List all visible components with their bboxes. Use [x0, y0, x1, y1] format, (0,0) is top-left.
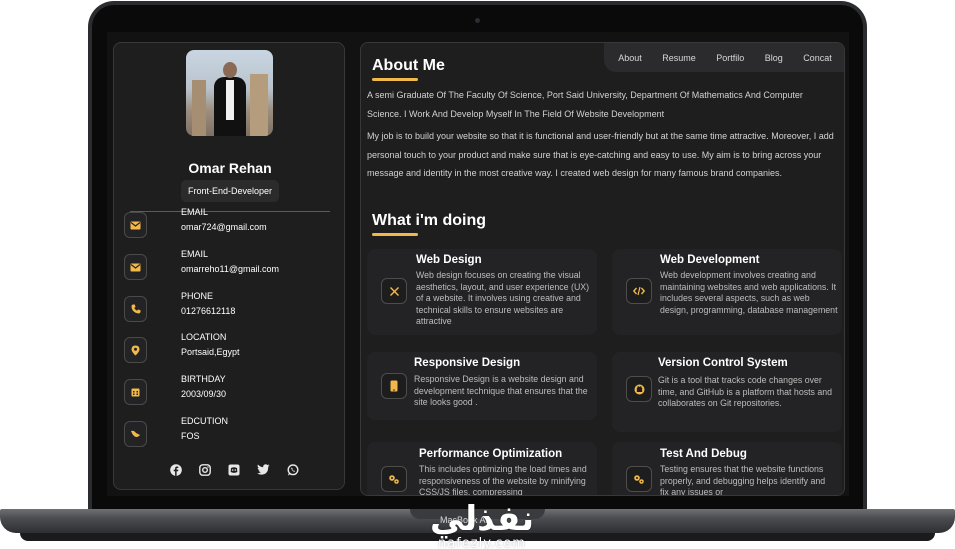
service-description: Web design focuses on creating the visua… [416, 270, 590, 326]
nav-about[interactable]: About [618, 53, 642, 63]
contact-label: EMAIL [181, 249, 209, 259]
contact-label: EDCUTION [181, 416, 228, 426]
about-paragraph-2: My job is to build your website so that … [367, 131, 834, 178]
contact-value[interactable]: omarreho11@gmail.com [181, 264, 279, 274]
service-description: Responsive Design is a website design an… [414, 374, 588, 407]
contact-value: FOS [181, 431, 200, 441]
contact-email-2: EMAIL omarreho11@gmail.com [124, 249, 339, 283]
contact-phone: PHONE 01276612118 [124, 291, 339, 325]
location-pin-icon [124, 337, 147, 363]
profile-sidebar: Omar Rehan Front-End-Developer EMAIL oma… [113, 42, 345, 490]
service-title: Version Control System [658, 357, 788, 369]
github-icon [626, 376, 652, 402]
discord-icon[interactable] [228, 463, 241, 476]
nav-resume[interactable]: Resume [662, 53, 696, 63]
service-description: Testing ensures that the website functio… [660, 464, 826, 496]
camera-icon [475, 18, 480, 23]
watermark-arabic: نفذلي [429, 499, 535, 539]
profile-name: Omar Rehan [188, 160, 272, 176]
service-card-test-debug: Test And Debug Testing ensures that the … [612, 442, 842, 496]
contact-label: LOCATION [181, 332, 227, 342]
doing-heading-underline [372, 233, 418, 236]
doing-heading: What i'm doing [372, 212, 487, 229]
contact-email-1: EMAIL omar724@gmail.com [124, 207, 339, 241]
about-heading: About Me [372, 57, 445, 74]
avatar [186, 50, 273, 136]
contact-value: Portsaid,Egypt [181, 347, 240, 357]
gears-icon [626, 466, 652, 492]
top-navbar: About Resume Portfilo Blog Concat [604, 43, 844, 72]
phone-icon [124, 296, 147, 322]
contact-value[interactable]: 01276612118 [181, 306, 235, 316]
watermark-latin: nafezly.com [438, 536, 526, 549]
service-title: Web Design [416, 254, 482, 266]
service-description: This includes optimizing the load times … [419, 464, 587, 496]
contact-value[interactable]: omar724@gmail.com [181, 222, 267, 232]
twitter-icon[interactable] [256, 463, 270, 476]
service-description: Git is a tool that tracks code changes o… [658, 375, 833, 408]
contact-label: EMAIL [181, 207, 209, 217]
mail-icon [124, 254, 147, 280]
service-card-version-control: Version Control System Git is a tool tha… [612, 352, 842, 432]
service-title: Performance Optimization [419, 448, 563, 460]
mail-icon [124, 212, 147, 238]
social-links [169, 463, 299, 476]
service-title: Test And Debug [660, 448, 747, 460]
contact-education: EDCUTION FOS [124, 416, 339, 450]
design-tools-icon [381, 278, 407, 304]
service-description: Web development involves creating and ma… [660, 270, 838, 315]
nav-portfolio[interactable]: Portfilo [716, 53, 744, 63]
education-icon [124, 421, 147, 447]
gears-icon [381, 466, 407, 492]
service-card-performance: Performance Optimization This includes o… [367, 442, 597, 496]
service-card-responsive-design: Responsive Design Responsive Design is a… [367, 352, 597, 420]
contact-label: BIRTHDAY [181, 374, 226, 384]
nav-blog[interactable]: Blog [765, 53, 783, 63]
service-title: Responsive Design [414, 357, 521, 369]
contact-label: PHONE [181, 291, 214, 301]
service-card-web-development: Web Development Web development involves… [612, 249, 842, 335]
about-heading-underline [372, 78, 418, 81]
whatsapp-icon[interactable] [286, 463, 299, 476]
mobile-icon [381, 373, 407, 399]
facebook-icon[interactable] [169, 463, 182, 476]
watermark: نفذلي nafezly.com [402, 502, 562, 549]
laptop-screen: Omar Rehan Front-End-Developer EMAIL oma… [107, 32, 849, 496]
instagram-icon[interactable] [198, 463, 211, 476]
main-content: About Resume Portfilo Blog Concat About … [360, 42, 845, 496]
service-title: Web Development [660, 254, 760, 266]
contact-value: 2003/09/30 [181, 389, 227, 399]
service-card-web-design: Web Design Web design focuses on creatin… [367, 249, 597, 335]
nav-contact[interactable]: Concat [803, 53, 832, 63]
contact-location: LOCATION Portsaid,Egypt [124, 332, 339, 366]
code-icon [626, 278, 652, 304]
role-badge: Front-End-Developer [181, 180, 279, 202]
calendar-icon [124, 379, 147, 405]
about-paragraph-1: A semi Graduate Of The Faculty Of Scienc… [367, 90, 803, 119]
contact-birthday: BIRTHDAY 2003/09/30 [124, 374, 339, 408]
